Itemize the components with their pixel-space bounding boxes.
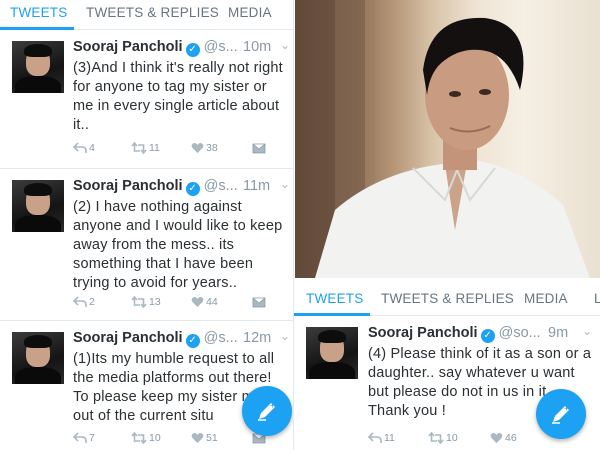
like-count: 38 — [206, 142, 218, 154]
reply-icon — [72, 432, 87, 443]
tweet-item[interactable]: Sooraj Pancholi ✓ @s... 11m ⌄ (2) I have n… — [0, 170, 293, 321]
retweet-icon — [428, 431, 444, 445]
verified-badge-icon: ✓ — [185, 182, 200, 196]
like-count: 46 — [505, 432, 517, 444]
direct-message-button[interactable] — [252, 142, 266, 154]
profile-tabs: TWEETS TWEETS & REPLIES MEDIA L — [294, 286, 600, 316]
like-button[interactable]: 44 — [191, 296, 218, 308]
compose-tweet-icon: + — [552, 404, 569, 424]
tweet-header: Sooraj Pancholi ✓ @s... 12m ⌄ — [73, 329, 290, 348]
tweet-item[interactable]: Sooraj Pancholi ✓ @s... 12m ⌄ (1)Its my hu… — [0, 322, 293, 450]
author-handle: @s... — [203, 39, 238, 55]
profile-timeline-left: TWEETS TWEETS & REPLIES MEDIA Sooraj Pan… — [0, 0, 294, 450]
reply-count: 7 — [89, 432, 95, 444]
author-name[interactable]: Sooraj Pancholi — [368, 325, 478, 341]
author-name[interactable]: Sooraj Pancholi — [73, 178, 183, 194]
tab-tweets-and-replies[interactable]: TWEETS & REPLIES — [381, 291, 514, 306]
reply-count: 11 — [384, 432, 395, 444]
like-count: 51 — [206, 432, 218, 444]
retweet-button[interactable]: 10 — [428, 431, 458, 445]
chevron-down-icon[interactable]: ⌄ — [582, 324, 592, 338]
envelope-icon — [252, 143, 266, 154]
tweet-time: 12m — [243, 330, 272, 346]
author-handle: @s... — [203, 330, 238, 346]
tweet-header: Sooraj Pancholi ✓ @s... 10m ⌄ — [73, 38, 290, 57]
verified-badge-icon: ✓ — [480, 329, 495, 343]
tab-tweets[interactable]: TWEETS — [10, 5, 67, 20]
compose-tweet-button[interactable]: + — [242, 386, 292, 436]
tweet-text: (3)And I think it's really not right for… — [73, 60, 283, 133]
envelope-icon — [252, 297, 266, 308]
like-count: 44 — [206, 296, 218, 308]
like-button[interactable]: 46 — [490, 432, 517, 444]
reply-icon — [367, 432, 382, 443]
chevron-down-icon[interactable]: ⌄ — [280, 38, 290, 52]
active-tab-indicator — [294, 313, 370, 316]
active-tab-indicator — [0, 27, 74, 30]
reply-icon — [72, 142, 87, 153]
avatar[interactable] — [12, 41, 64, 93]
reply-button[interactable]: 2 — [72, 296, 95, 308]
profile-photo — [295, 0, 600, 278]
chevron-down-icon[interactable]: ⌄ — [280, 329, 290, 343]
retweet-icon — [131, 141, 147, 155]
author-handle: @s... — [203, 178, 238, 194]
like-button[interactable]: 38 — [191, 142, 218, 154]
retweet-count: 10 — [149, 432, 161, 444]
avatar[interactable] — [12, 332, 64, 384]
tweet-item[interactable]: Sooraj Pancholi ✓ @s... 10m ⌄ (3)And I thi… — [0, 31, 293, 169]
reply-icon — [72, 296, 87, 307]
retweet-button[interactable]: 13 — [131, 295, 161, 309]
verified-badge-icon: ✓ — [185, 334, 200, 348]
tweet-actions: 4 11 38 — [72, 141, 293, 158]
reply-count: 2 — [89, 296, 95, 308]
tweet-time: 10m — [243, 39, 272, 55]
heart-icon — [191, 143, 204, 153]
author-name[interactable]: Sooraj Pancholi — [73, 330, 183, 346]
retweet-count: 13 — [149, 296, 161, 308]
direct-message-button[interactable] — [252, 296, 266, 308]
tweet-header: Sooraj Pancholi ✓ @s... 11m ⌄ — [73, 177, 290, 196]
heart-icon — [191, 297, 204, 307]
reply-count: 4 — [89, 142, 95, 154]
avatar[interactable] — [306, 327, 358, 379]
chevron-down-icon[interactable]: ⌄ — [280, 177, 290, 191]
tab-media[interactable]: MEDIA — [228, 5, 272, 20]
tweet-time: 11m — [243, 178, 271, 194]
avatar[interactable] — [12, 180, 64, 232]
tab-tweets[interactable]: TWEETS — [306, 291, 363, 306]
compose-tweet-button[interactable]: + — [536, 389, 586, 439]
author-handle: @so... — [498, 325, 541, 341]
reply-button[interactable]: 4 — [72, 142, 95, 154]
retweet-button[interactable]: 10 — [131, 431, 161, 445]
profile-tabs: TWEETS TWEETS & REPLIES MEDIA — [0, 0, 293, 30]
tab-likes[interactable]: L — [594, 291, 600, 306]
verified-badge-icon: ✓ — [185, 43, 200, 57]
reply-button[interactable]: 11 — [367, 432, 395, 444]
heart-icon — [191, 433, 204, 443]
like-button[interactable]: 51 — [191, 432, 218, 444]
heart-icon — [490, 433, 503, 443]
retweet-icon — [131, 295, 147, 309]
tweet-header: Sooraj Pancholi ✓ @so... 9m ⌄ — [368, 324, 594, 343]
profile-timeline-right: TWEETS TWEETS & REPLIES MEDIA L Sooraj P… — [294, 278, 600, 450]
tab-tweets-and-replies[interactable]: TWEETS & REPLIES — [86, 5, 219, 20]
svg-text:+: + — [270, 401, 275, 410]
portrait-illustration — [295, 0, 590, 278]
compose-tweet-icon: + — [258, 401, 275, 421]
svg-text:+: + — [564, 404, 569, 413]
retweet-button[interactable]: 11 — [131, 141, 160, 155]
retweet-count: 11 — [149, 142, 160, 154]
tweet-actions: 2 13 44 — [72, 295, 293, 312]
retweet-icon — [131, 431, 147, 445]
tweet-time: 9m — [548, 325, 569, 341]
reply-button[interactable]: 7 — [72, 432, 95, 444]
author-name[interactable]: Sooraj Pancholi — [73, 39, 183, 55]
tweet-text: (2) I have nothing against anyone and I … — [73, 199, 283, 291]
tab-media[interactable]: MEDIA — [524, 291, 568, 306]
retweet-count: 10 — [446, 432, 458, 444]
